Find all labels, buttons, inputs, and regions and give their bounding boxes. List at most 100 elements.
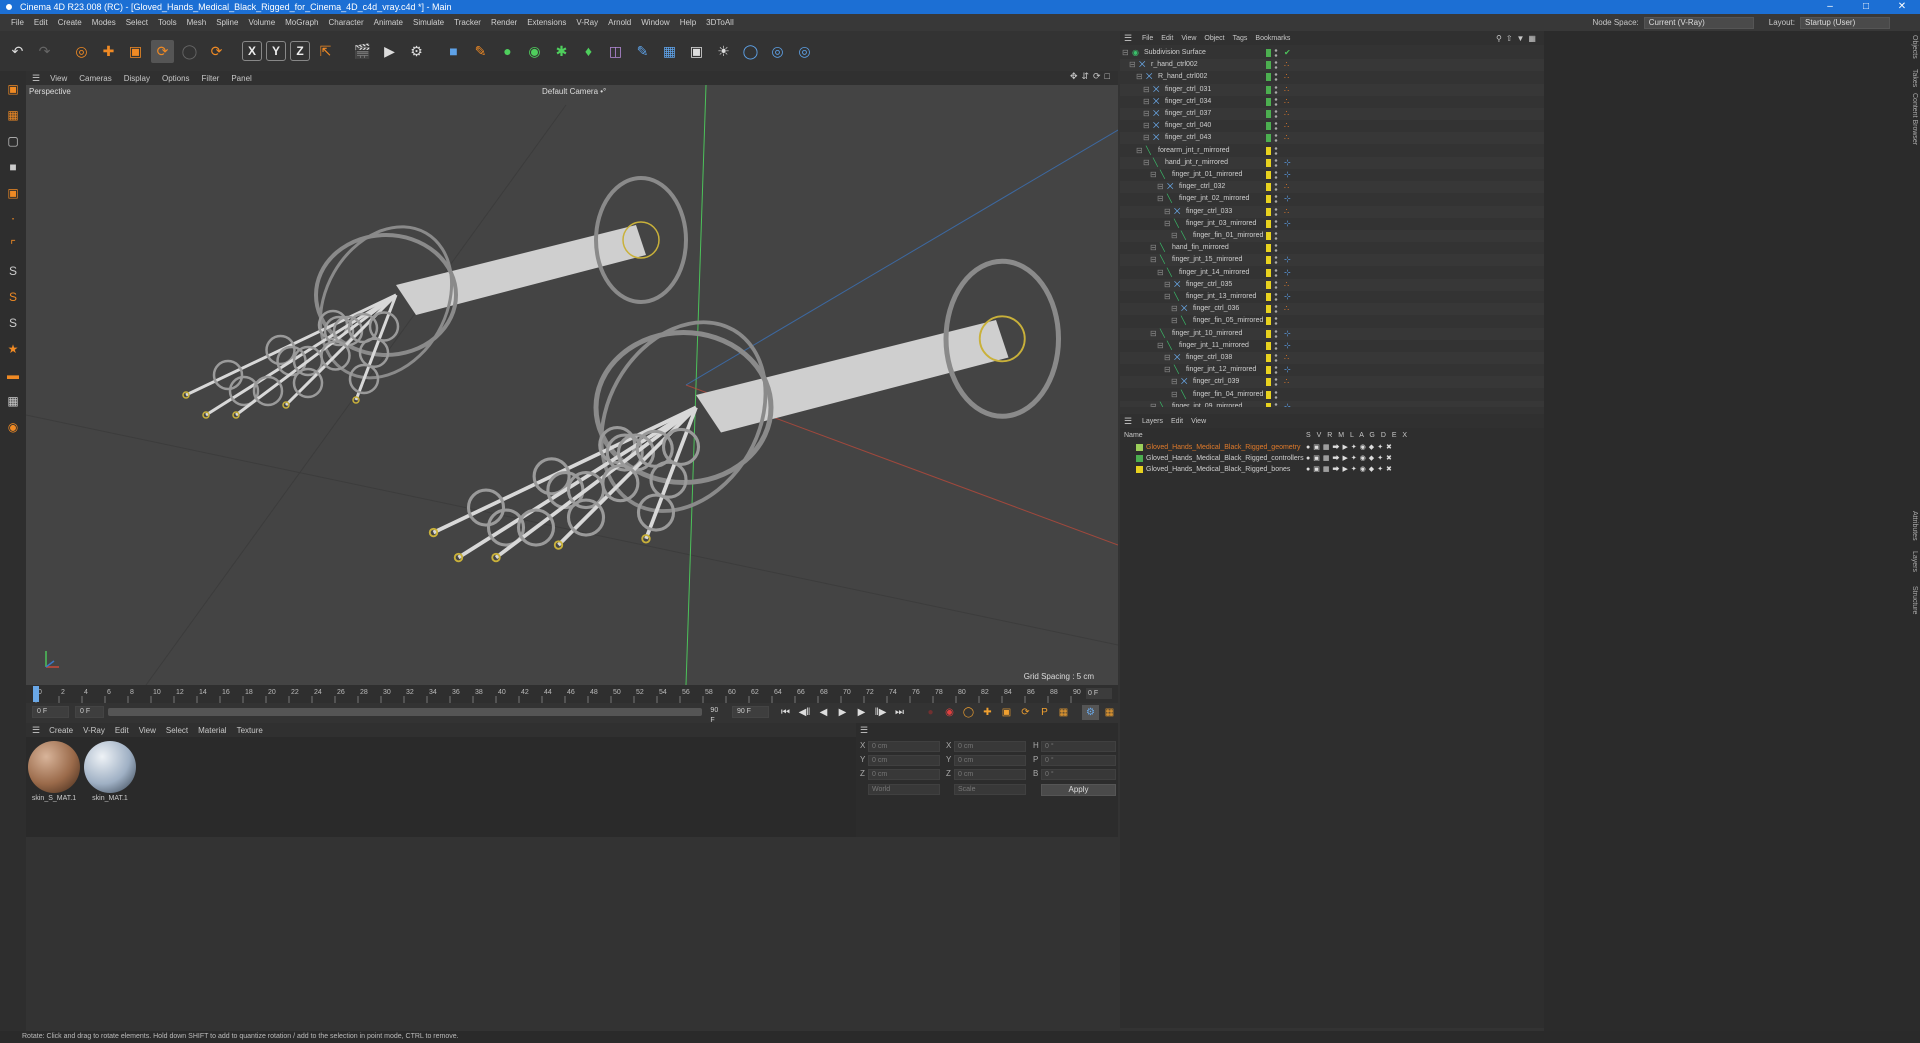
layer-name[interactable]: Gloved_Hands_Medical_Black_Rigged_bones: [1146, 464, 1290, 475]
record-active-objects-icon[interactable]: ●: [922, 705, 939, 720]
object-name[interactable]: finger_jnt_13_mirrored: [1186, 291, 1256, 303]
object-row[interactable]: ⊟ ⨉ finger_ctrl_038 ∴: [1120, 352, 1544, 364]
expand-toggle-icon[interactable]: ⊟: [1171, 317, 1179, 325]
object-menu-view[interactable]: View: [1177, 35, 1200, 42]
expand-toggle-icon[interactable]: ⊟: [1150, 244, 1158, 252]
viewport-menu-panel[interactable]: Panel: [225, 74, 257, 83]
protection-tag-icon[interactable]: ∴: [1284, 120, 1289, 132]
object-row[interactable]: ⊟ ╲ finger_jnt_15_mirrored ⊹: [1120, 254, 1544, 267]
object-name[interactable]: finger_ctrl_031: [1165, 84, 1211, 96]
viewport-nav-icons[interactable]: ✥⇵⟳□: [1070, 71, 1114, 82]
object-name[interactable]: finger_ctrl_032: [1179, 181, 1225, 193]
viewport-scene[interactable]: [26, 85, 1118, 685]
visibility-dots-icon[interactable]: [1274, 328, 1278, 339]
expand-toggle-icon[interactable]: ⊟: [1164, 354, 1172, 362]
object-menu-bookmarks[interactable]: Bookmarks: [1251, 35, 1294, 42]
expand-toggle-icon[interactable]: ⊟: [1171, 390, 1179, 399]
menu-item-mesh[interactable]: Mesh: [182, 18, 212, 27]
expand-toggle-icon[interactable]: ⊟: [1171, 378, 1179, 386]
object-row[interactable]: ⊟ ╲ finger_jnt_03_mirrored ⊹: [1120, 218, 1544, 230]
render-view-icon[interactable]: 🎬: [351, 40, 374, 63]
side-tab-attributes[interactable]: Attributes: [1911, 511, 1918, 541]
visibility-dots-icon[interactable]: [1274, 243, 1278, 254]
layer-color-swatch[interactable]: [1266, 305, 1271, 314]
visibility-dots-icon[interactable]: [1274, 194, 1278, 205]
layer-color-swatch[interactable]: [1266, 195, 1271, 204]
protection-tag-icon[interactable]: ∴: [1284, 84, 1289, 96]
rotation-h-field[interactable]: 0 °: [1041, 741, 1116, 752]
object-row[interactable]: ⊟ ⨉ R_hand_ctrl002 ∴: [1120, 71, 1544, 83]
layer-color-swatch[interactable]: [1136, 466, 1143, 473]
object-name[interactable]: finger_ctrl_040: [1165, 120, 1211, 132]
layer-color-swatch[interactable]: [1266, 366, 1271, 375]
timeline-ruler[interactable]: 0 2 4 6 8 10 12 14 16 18 20 22 24 26 28 30 32 34 36 38 40 42 4…: [26, 685, 1118, 703]
layer-color-swatch[interactable]: [1266, 110, 1271, 118]
point-level-key-icon[interactable]: ▦: [1055, 705, 1072, 720]
layer-color-swatch[interactable]: [1266, 390, 1271, 399]
side-tab-objects[interactable]: Objects: [1911, 35, 1918, 59]
object-row[interactable]: ⊟ ⨉ finger_ctrl_040 ∴: [1120, 120, 1544, 132]
vray-icon[interactable]: ◯: [739, 40, 762, 63]
floor-icon[interactable]: ▦: [658, 40, 681, 63]
object-name[interactable]: finger_jnt_12_mirrored: [1186, 364, 1256, 376]
z-axis-lock-icon[interactable]: Z: [290, 41, 310, 61]
position-y-field[interactable]: 0 cm: [868, 755, 940, 766]
menu-item-spline[interactable]: Spline: [211, 18, 243, 27]
object-mode-icon[interactable]: ▣: [3, 183, 23, 203]
object-row[interactable]: ⊟ ╲ finger_jnt_01_mirrored ⊹: [1120, 169, 1544, 181]
node-space-select[interactable]: Current (V-Ray): [1643, 16, 1754, 29]
next-frame-icon[interactable]: ▶: [853, 705, 870, 720]
object-name[interactable]: finger_ctrl_034: [1165, 96, 1211, 108]
recent-rotate-icon[interactable]: ⟳: [205, 40, 228, 63]
model-mode-icon[interactable]: ■: [3, 157, 23, 177]
object-name[interactable]: finger_ctrl_035: [1186, 279, 1232, 291]
light-icon[interactable]: ☀: [712, 40, 735, 63]
next-key-icon[interactable]: ‖▶: [872, 705, 889, 720]
visibility-dots-icon[interactable]: [1274, 157, 1278, 168]
layer-color-swatch[interactable]: [1266, 122, 1271, 131]
playhead[interactable]: [33, 686, 39, 702]
cube-icon[interactable]: ■: [442, 40, 465, 63]
object-name[interactable]: finger_ctrl_038: [1186, 352, 1232, 364]
render-to-picture-viewer-icon[interactable]: ▶: [378, 40, 401, 63]
keyframe-selection-icon[interactable]: ◯: [960, 705, 977, 720]
protection-tag-icon[interactable]: ∴: [1284, 352, 1289, 364]
object-row[interactable]: ⊟ ◉ Subdivision Surface ✔: [1120, 47, 1544, 59]
y-axis-lock-icon[interactable]: Y: [266, 41, 286, 61]
layer-color-swatch[interactable]: [1266, 183, 1271, 192]
scale-icon[interactable]: ▣: [124, 40, 147, 63]
object-name[interactable]: finger_jnt_11_mirrored: [1179, 340, 1249, 352]
ik-tag-icon[interactable]: ⊹: [1284, 157, 1291, 169]
protection-tag-icon[interactable]: ∴: [1284, 206, 1289, 218]
layer-color-swatch[interactable]: [1266, 256, 1271, 265]
layer-menu-edit[interactable]: Edit: [1167, 418, 1187, 425]
expand-toggle-icon[interactable]: ⊟: [1122, 49, 1130, 57]
ik-tag-icon[interactable]: ⊹: [1284, 193, 1291, 205]
object-name[interactable]: finger_jnt_01_mirrored: [1172, 169, 1242, 181]
fields-icon[interactable]: ◫: [604, 40, 627, 63]
apply-button[interactable]: Apply: [1041, 784, 1116, 796]
expand-toggle-icon[interactable]: ⊟: [1150, 171, 1158, 179]
protection-tag-icon[interactable]: ∴: [1284, 59, 1289, 71]
scene-camera-icon[interactable]: ✎: [631, 40, 654, 63]
menu-item-tracker[interactable]: Tracker: [449, 18, 486, 27]
grid-icon[interactable]: ▦: [3, 391, 23, 411]
object-row[interactable]: ⊟ ⨉ finger_ctrl_036 ∴: [1120, 303, 1544, 316]
expand-toggle-icon[interactable]: ⊟: [1150, 256, 1158, 264]
object-menu-object[interactable]: Object: [1200, 35, 1228, 42]
3d-viewport[interactable]: Perspective Default Camera •° Grid Spaci…: [26, 85, 1118, 685]
object-row[interactable]: ⊟ ⨉ finger_ctrl_033 ∴: [1120, 205, 1544, 218]
layer-color-swatch[interactable]: [1266, 244, 1271, 253]
layer-flag-icons[interactable]: ●▣▦⮕▶✦◉◆✦✖: [1306, 442, 1395, 453]
object-row[interactable]: ⊟ ╲ finger_jnt_11_mirrored ⊹: [1120, 340, 1544, 352]
viewport-menu-cameras[interactable]: Cameras: [73, 74, 117, 83]
expand-toggle-icon[interactable]: ⊟: [1164, 293, 1172, 301]
visibility-dots-icon[interactable]: [1274, 48, 1278, 58]
expand-toggle-icon[interactable]: ⊟: [1164, 207, 1172, 216]
layer-name[interactable]: Gloved_Hands_Medical_Black_Rigged_contro…: [1146, 453, 1304, 464]
visibility-dots-icon[interactable]: [1274, 365, 1278, 376]
camera-icon[interactable]: ▣: [685, 40, 708, 63]
layer-row[interactable]: Gloved_Hands_Medical_Black_Rigged_bones ●…: [1120, 464, 1544, 475]
material-menu-edit[interactable]: Edit: [110, 726, 134, 735]
layer-color-swatch[interactable]: [1266, 268, 1271, 277]
